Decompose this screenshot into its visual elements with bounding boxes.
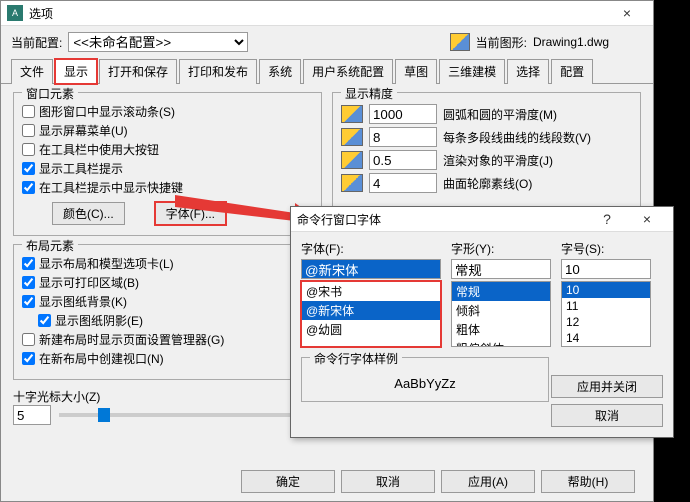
drawing-icon bbox=[450, 33, 470, 51]
drawing-icon bbox=[341, 174, 363, 192]
list-item[interactable]: 粗偏斜体 bbox=[452, 339, 550, 347]
dialog-buttons: 确定 取消 应用(A) 帮助(H) bbox=[241, 470, 635, 493]
list-item[interactable]: @新宋体 bbox=[302, 301, 440, 320]
chk-paper-bg[interactable] bbox=[22, 295, 35, 308]
render-smooth-input[interactable] bbox=[369, 150, 437, 170]
close-icon[interactable]: × bbox=[627, 211, 667, 227]
chk-layout-tabs[interactable] bbox=[22, 257, 35, 270]
contour-lines-input[interactable] bbox=[369, 173, 437, 193]
config-select[interactable]: <<未命名配置>> bbox=[68, 32, 248, 52]
legend: 显示精度 bbox=[341, 85, 397, 102]
cancel-button[interactable]: 取消 bbox=[341, 470, 435, 493]
list-item[interactable]: @宋书 bbox=[302, 282, 440, 301]
chk-scrollbars[interactable] bbox=[22, 105, 35, 118]
font-label: 字体(F): bbox=[301, 240, 441, 257]
close-icon[interactable]: × bbox=[607, 5, 647, 21]
list-item[interactable]: @幼圆 bbox=[302, 320, 440, 339]
drawing-label: 当前图形: bbox=[476, 34, 527, 51]
chk-shortcuts[interactable] bbox=[22, 181, 35, 194]
sample-legend: 命令行字体样例 bbox=[310, 350, 402, 367]
legend: 布局元素 bbox=[22, 237, 78, 254]
list-item[interactable]: 粗体 bbox=[452, 320, 550, 339]
crosshair-slider[interactable] bbox=[59, 413, 322, 417]
chk-tooltips[interactable] bbox=[22, 162, 35, 175]
size-listbox[interactable]: 10 11 12 14 bbox=[561, 281, 651, 347]
font-dialog: 命令行窗口字体 ? × 字体(F): @宋书 @新宋体 @幼圆 字形(Y): 常… bbox=[290, 206, 674, 438]
style-input[interactable] bbox=[451, 259, 551, 279]
dialog-title: 选项 bbox=[29, 5, 607, 22]
chk-printable-area[interactable] bbox=[22, 276, 35, 289]
list-item[interactable]: 14 bbox=[562, 330, 650, 346]
app-icon: A bbox=[7, 5, 23, 21]
sample-box: 命令行字体样例 AaBbYyZz bbox=[301, 357, 549, 402]
apply-button[interactable]: 应用(A) bbox=[441, 470, 535, 493]
tab-system[interactable]: 系统 bbox=[259, 59, 301, 84]
titlebar: 命令行窗口字体 ? × bbox=[291, 207, 673, 232]
titlebar: A 选项 × bbox=[1, 1, 653, 26]
group-layout-elements: 布局元素 显示布局和模型选项卡(L) 显示可打印区域(B) 显示图纸背景(K) … bbox=[13, 244, 322, 380]
config-row: 当前配置: <<未命名配置>> 当前图形: Drawing1.dwg bbox=[1, 26, 653, 58]
tab-print[interactable]: 打印和发布 bbox=[179, 59, 257, 84]
style-listbox[interactable]: 常规 倾斜 粗体 粗偏斜体 bbox=[451, 281, 551, 347]
font-listbox[interactable]: @宋书 @新宋体 @幼圆 bbox=[301, 281, 441, 347]
chk-page-setup[interactable] bbox=[22, 333, 35, 346]
tab-3d[interactable]: 三维建模 bbox=[439, 59, 505, 84]
help-icon[interactable]: ? bbox=[587, 211, 627, 227]
list-item[interactable]: 10 bbox=[562, 282, 650, 298]
group-display-precision: 显示精度 圆弧和圆的平滑度(M) 每条多段线曲线的线段数(V) 渲染对象的平滑度… bbox=[332, 92, 641, 207]
tab-profile[interactable]: 配置 bbox=[551, 59, 593, 84]
tab-select[interactable]: 选择 bbox=[507, 59, 549, 84]
size-label: 字号(S): bbox=[561, 240, 651, 257]
chk-screen-menu[interactable] bbox=[22, 124, 35, 137]
arc-smooth-input[interactable] bbox=[369, 104, 437, 124]
crosshair-size: 十字光标大小(Z) bbox=[13, 388, 322, 425]
colors-button[interactable]: 颜色(C)... bbox=[52, 202, 125, 225]
style-label: 字形(Y): bbox=[451, 240, 551, 257]
tab-display[interactable]: 显示 bbox=[55, 59, 97, 84]
legend: 窗口元素 bbox=[22, 85, 78, 102]
cancel-button[interactable]: 取消 bbox=[551, 404, 663, 427]
dialog-title: 命令行窗口字体 bbox=[297, 211, 587, 228]
drawing-icon bbox=[341, 151, 363, 169]
font-input[interactable] bbox=[301, 259, 441, 279]
tab-draft[interactable]: 草图 bbox=[395, 59, 437, 84]
chk-create-viewport[interactable] bbox=[22, 352, 35, 365]
tab-user[interactable]: 用户系统配置 bbox=[303, 59, 393, 84]
tab-open-save[interactable]: 打开和保存 bbox=[99, 59, 177, 84]
chk-paper-shadow[interactable] bbox=[38, 314, 51, 327]
sample-text: AaBbYyZz bbox=[394, 376, 455, 391]
drawing-value: Drawing1.dwg bbox=[533, 35, 643, 49]
polyline-seg-input[interactable] bbox=[369, 127, 437, 147]
crosshair-input[interactable] bbox=[13, 405, 51, 425]
drawing-icon bbox=[341, 105, 363, 123]
help-button[interactable]: 帮助(H) bbox=[541, 470, 635, 493]
ok-button[interactable]: 确定 bbox=[241, 470, 335, 493]
tab-bar: 文件 显示 打开和保存 打印和发布 系统 用户系统配置 草图 三维建模 选择 配… bbox=[1, 58, 653, 84]
list-item[interactable]: 11 bbox=[562, 298, 650, 314]
apply-close-button[interactable]: 应用并关闭 bbox=[551, 375, 663, 398]
list-item[interactable]: 12 bbox=[562, 314, 650, 330]
drawing-icon bbox=[341, 128, 363, 146]
list-item[interactable]: 倾斜 bbox=[452, 301, 550, 320]
tab-file[interactable]: 文件 bbox=[11, 59, 53, 84]
list-item[interactable]: 常规 bbox=[452, 282, 550, 301]
chk-large-buttons[interactable] bbox=[22, 143, 35, 156]
size-input[interactable] bbox=[561, 259, 651, 279]
config-label: 当前配置: bbox=[11, 34, 62, 51]
